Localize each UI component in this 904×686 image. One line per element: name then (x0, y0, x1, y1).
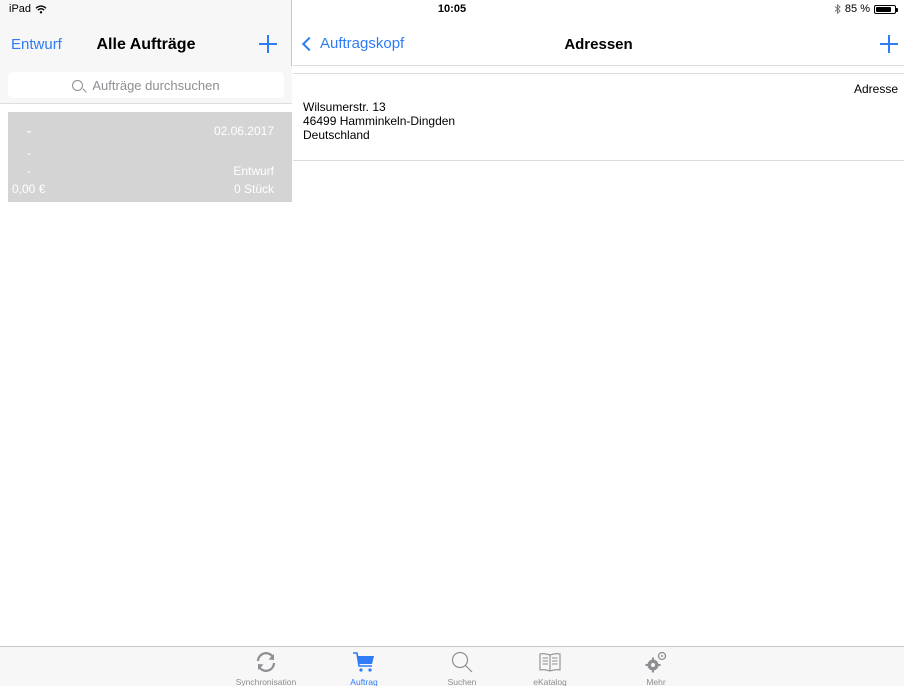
book-icon (539, 653, 561, 672)
order-amount: 0,00 € (12, 182, 46, 196)
order-list: - 02.06.2017 - - Entwurf 0,00 € 0 Stück (0, 104, 292, 646)
status-bar: iPad 10:05 85 % (0, 0, 904, 20)
tab-mehr[interactable]: Mehr (616, 647, 696, 686)
order-row[interactable]: - 02.06.2017 - - Entwurf 0,00 € 0 Stück (8, 112, 292, 202)
status-time: 10:05 (437, 3, 467, 15)
order-search-input[interactable]: Aufträge durchsuchen (8, 72, 284, 98)
gears-icon (645, 651, 667, 673)
order-date: 02.06.2017 (213, 124, 274, 138)
tab-suchen[interactable]: Suchen (422, 647, 502, 686)
address-country: Deutschland (303, 128, 370, 142)
tab-auftrag[interactable]: Auftrag (324, 647, 404, 686)
detail-pane: Auftragskopf Adressen Adresse Wilsumerst… (293, 0, 904, 646)
sync-icon (256, 652, 276, 672)
tab-label: Suchen (447, 677, 477, 686)
address-street: Wilsumerstr. 13 (303, 100, 386, 114)
address-section-label: Adresse (853, 82, 898, 96)
master-navigation-bar: Entwurf Alle Aufträge (0, 20, 292, 66)
master-pane: Entwurf Alle Aufträge Aufträge durchsuch… (0, 0, 292, 646)
tab-label: Synchronisation (235, 677, 297, 686)
order-info: - (27, 164, 31, 178)
status-right: 85 % (834, 3, 898, 15)
detail-title: Adressen (564, 36, 633, 53)
tab-bar: Synchronisation Auftrag Suchen eKatalog (0, 646, 904, 686)
add-order-plus-icon[interactable] (259, 35, 277, 53)
master-title: Alle Aufträge (96, 36, 196, 53)
tab-label: Auftrag (350, 677, 378, 686)
order-quantity: 0 Stück (233, 182, 274, 196)
cart-icon (353, 652, 374, 672)
order-subtitle: - (27, 146, 31, 160)
tab-label: eKatalog (533, 677, 567, 686)
address-cell[interactable]: Adresse Wilsumerstr. 13 46499 Hamminkeln… (293, 73, 904, 161)
search-bar: Aufträge durchsuchen (0, 66, 292, 104)
battery-icon (874, 4, 898, 14)
address-city: 46499 Hamminkeln-Dingden (303, 114, 456, 128)
bluetooth-icon (834, 4, 841, 14)
address-text: Wilsumerstr. 13 46499 Hamminkeln-Dingden… (303, 100, 455, 142)
tab-synchronisation[interactable]: Synchronisation (226, 647, 306, 686)
magnifier-icon (72, 79, 84, 91)
order-customer-name: - (27, 124, 31, 138)
tab-ekatalog[interactable]: eKatalog (510, 647, 590, 686)
search-placeholder: Aufträge durchsuchen (92, 77, 220, 93)
search-icon (451, 651, 473, 673)
battery-percent: 85 % (844, 3, 870, 15)
order-status: Entwurf (233, 164, 274, 178)
detail-navigation-bar: Auftragskopf Adressen (293, 20, 904, 66)
add-address-plus-icon[interactable] (880, 35, 898, 53)
tab-label: Mehr (646, 677, 666, 686)
battery-fill (876, 6, 892, 12)
